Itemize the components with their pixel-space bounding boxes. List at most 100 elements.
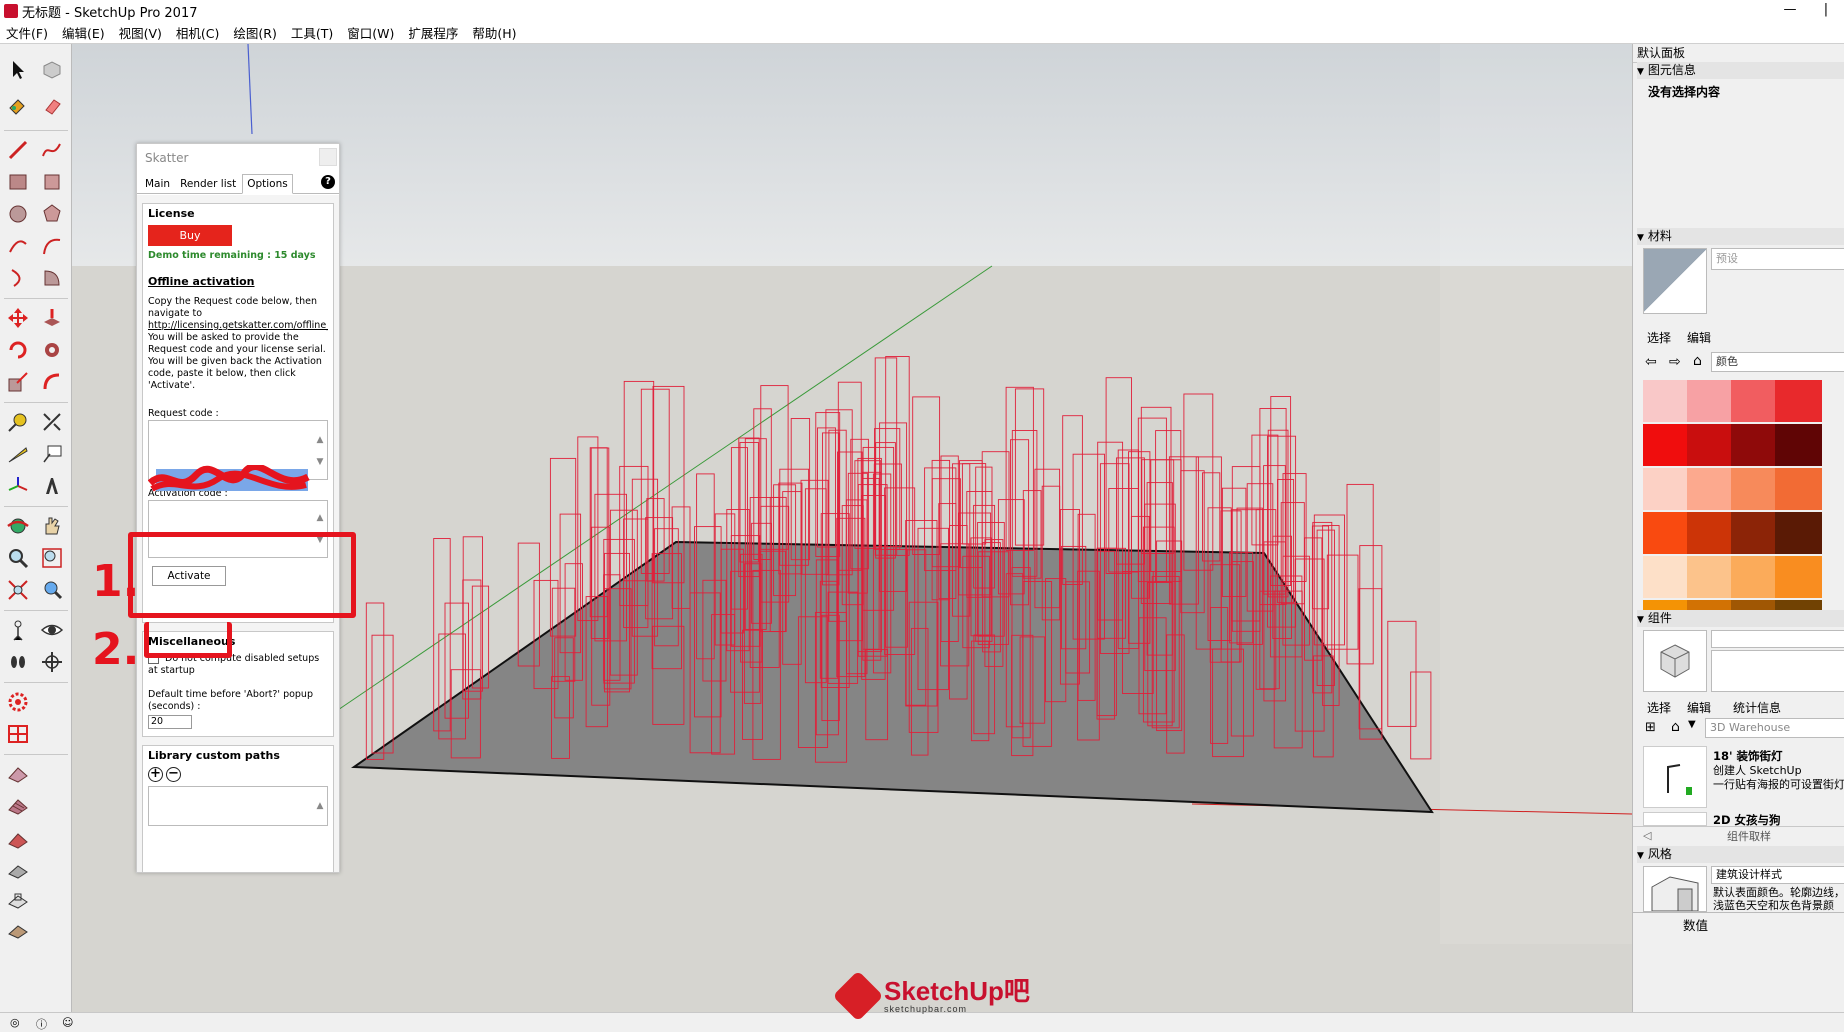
tab-main[interactable]: Main: [141, 175, 174, 193]
sample-back-icon[interactable]: ◁: [1643, 829, 1651, 842]
rotate-tool-icon[interactable]: [4, 336, 32, 364]
3d-warehouse-search[interactable]: 3D Warehouse: [1705, 718, 1844, 738]
material-swatch[interactable]: [1731, 380, 1778, 422]
menu-help[interactable]: 帮助(H): [472, 23, 516, 42]
material-swatch[interactable]: [1775, 424, 1822, 466]
material-name-field[interactable]: 预设: [1711, 248, 1844, 270]
view-options-icon[interactable]: ⊞: [1645, 720, 1656, 735]
user-icon[interactable]: ☺: [62, 1016, 73, 1029]
components-tab-select[interactable]: 选择: [1647, 699, 1671, 716]
select-tool-icon[interactable]: [4, 56, 32, 84]
menu-view[interactable]: 视图(V): [119, 23, 162, 42]
rectangle-tool-icon[interactable]: [4, 168, 32, 196]
three-point-arc-icon[interactable]: [4, 264, 32, 292]
material-swatch[interactable]: [1775, 512, 1822, 554]
line-tool-icon[interactable]: [4, 136, 32, 164]
material-swatch[interactable]: [1775, 468, 1822, 510]
measurements-tab[interactable]: 数值: [1683, 915, 1708, 934]
menu-draw[interactable]: 绘图(R): [233, 23, 276, 42]
styles-header[interactable]: ▼ 风格: [1637, 846, 1844, 863]
material-swatch[interactable]: [1687, 512, 1734, 554]
eraser-icon[interactable]: [38, 92, 66, 120]
menu-window[interactable]: 窗口(W): [347, 23, 394, 42]
timeout-input[interactable]: 20: [148, 715, 192, 729]
menu-extensions[interactable]: 扩展程序: [408, 23, 458, 42]
material-swatch[interactable]: [1643, 424, 1690, 466]
materials-header[interactable]: ▼ 材料: [1637, 228, 1844, 245]
freehand-tool-icon[interactable]: [38, 136, 66, 164]
protractor-icon[interactable]: [4, 440, 32, 468]
sandbox-from-scratch-icon[interactable]: [4, 792, 32, 820]
material-swatch[interactable]: [1687, 424, 1734, 466]
add-path-icon[interactable]: +: [148, 767, 163, 782]
material-swatch[interactable]: [1687, 468, 1734, 510]
menu-tools[interactable]: 工具(T): [291, 23, 333, 42]
skatter-gear-icon[interactable]: [4, 688, 32, 716]
remove-path-icon[interactable]: −: [166, 767, 181, 782]
home-icon[interactable]: ⌂: [1671, 719, 1680, 735]
girl-dog-thumbnail[interactable]: [1643, 812, 1707, 826]
licensing-link[interactable]: http://licensing.getskatter.com/offline_…: [148, 320, 328, 332]
buy-button[interactable]: Buy: [148, 225, 232, 246]
tab-render-list[interactable]: Render list: [176, 175, 240, 193]
skatter-render-list-icon[interactable]: [4, 720, 32, 748]
skatter-close-button[interactable]: [319, 148, 337, 166]
text-tool-icon[interactable]: [38, 440, 66, 468]
section-plane-icon[interactable]: [38, 648, 66, 676]
back-arrow-icon[interactable]: ⇦: [1645, 354, 1657, 370]
scroll-down-icon[interactable]: ▼: [315, 457, 325, 467]
tape-measure-icon[interactable]: [4, 408, 32, 436]
component-name-field[interactable]: [1711, 630, 1844, 648]
sandbox-from-contours-icon[interactable]: [4, 760, 32, 788]
credits-icon[interactable]: ⓘ: [36, 1016, 47, 1032]
make-component-icon[interactable]: [38, 56, 66, 84]
material-swatch[interactable]: [1643, 512, 1690, 554]
smoove-icon[interactable]: [4, 826, 32, 854]
component-description-field[interactable]: [1711, 650, 1844, 692]
add-detail-icon[interactable]: [4, 916, 32, 944]
dimension-tool-icon[interactable]: [38, 408, 66, 436]
style-name-field[interactable]: 建筑设计样式: [1711, 866, 1844, 884]
home-icon[interactable]: ⌂: [1693, 353, 1702, 369]
previous-view-icon[interactable]: [38, 576, 66, 604]
orbit-tool-icon[interactable]: [4, 512, 32, 540]
components-header[interactable]: ▼ 组件: [1637, 610, 1844, 627]
material-swatch[interactable]: [1775, 556, 1822, 598]
walk-tool-icon[interactable]: [4, 648, 32, 676]
material-swatch[interactable]: [1643, 556, 1690, 598]
circle-tool-icon[interactable]: [4, 200, 32, 228]
material-swatch[interactable]: [1775, 380, 1822, 422]
forward-arrow-icon[interactable]: ⇨: [1669, 354, 1681, 370]
scroll-up-icon[interactable]: ▲: [315, 513, 325, 523]
push-pull-icon[interactable]: [38, 304, 66, 332]
position-camera-icon[interactable]: [4, 616, 32, 644]
materials-tab-select[interactable]: 选择: [1647, 329, 1671, 346]
tab-options[interactable]: Options: [242, 174, 293, 194]
street-lamp-thumbnail[interactable]: [1643, 746, 1707, 808]
zoom-extents-icon[interactable]: [4, 576, 32, 604]
material-swatch[interactable]: [1731, 424, 1778, 466]
two-point-arc-icon[interactable]: [38, 232, 66, 260]
minimize-button[interactable]: —: [1772, 0, 1808, 22]
help-icon[interactable]: ?: [321, 175, 335, 189]
library-paths-list[interactable]: ▲: [148, 786, 328, 826]
close-button[interactable]: |: [1808, 0, 1844, 22]
menu-camera[interactable]: 相机(C): [176, 23, 219, 42]
material-swatch[interactable]: [1687, 380, 1734, 422]
dropdown-arrow-icon[interactable]: ▼: [1688, 719, 1696, 730]
stamp-icon[interactable]: [4, 856, 32, 884]
arc-tool-icon[interactable]: [4, 232, 32, 260]
rotated-rectangle-icon[interactable]: [38, 168, 66, 196]
materials-tab-edit[interactable]: 编辑: [1687, 329, 1711, 346]
scale-tool-icon[interactable]: [4, 368, 32, 396]
offset-tool-icon[interactable]: [38, 368, 66, 396]
menu-file[interactable]: 文件(F): [6, 23, 48, 42]
scroll-up-icon[interactable]: ▲: [315, 801, 325, 811]
paint-bucket-icon[interactable]: [4, 92, 32, 120]
menu-edit[interactable]: 编辑(E): [62, 23, 105, 42]
polygon-tool-icon[interactable]: [38, 200, 66, 228]
components-tab-statistics[interactable]: 统计信息: [1733, 699, 1781, 716]
material-swatch[interactable]: [1731, 468, 1778, 510]
axes-tool-icon[interactable]: [4, 472, 32, 500]
material-swatch[interactable]: [1643, 468, 1690, 510]
